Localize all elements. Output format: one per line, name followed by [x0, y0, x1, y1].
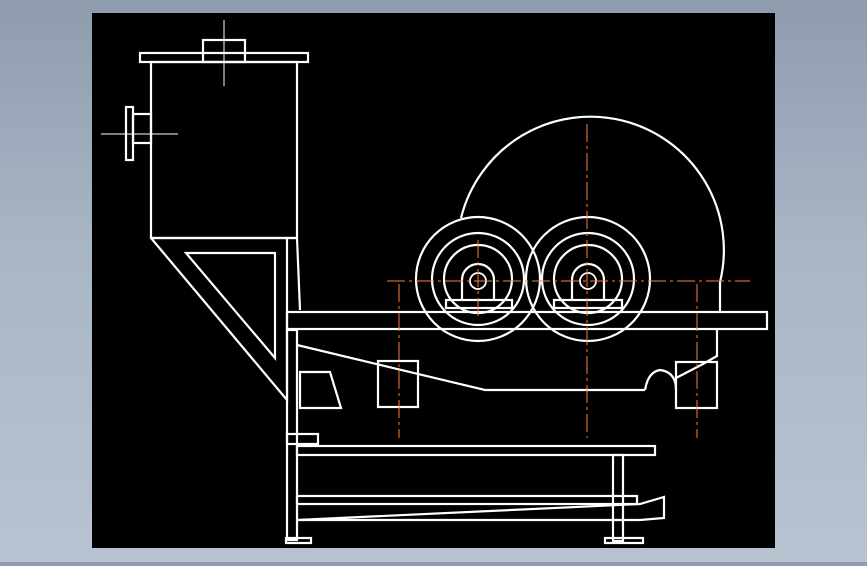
cad-viewport[interactable] [0, 0, 867, 562]
cad-drawing-canvas[interactable] [0, 0, 867, 562]
